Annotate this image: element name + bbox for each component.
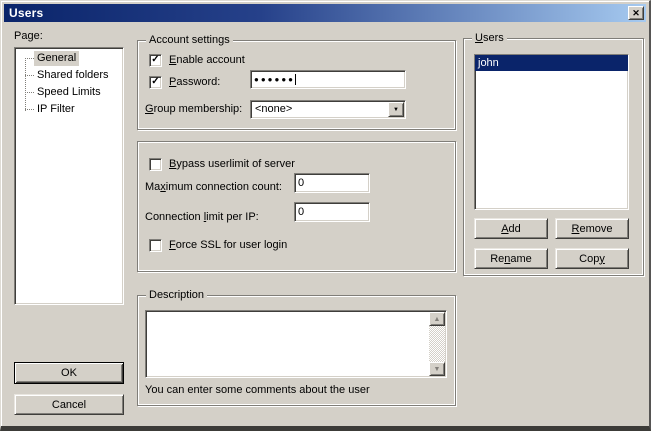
label-password: Password: [169, 76, 220, 89]
check-icon: ✓ [150, 53, 161, 66]
scroll-up-icon: ▲ [434, 316, 441, 323]
group-users: Users john Add Remove Rename Copy [463, 38, 644, 276]
label-ip-limit: Connection limit per IP: [145, 211, 259, 224]
tree-connector [25, 92, 34, 93]
group-membership-value: <none> [255, 103, 292, 116]
description-scrollbar[interactable]: ▲ ▼ [429, 312, 445, 376]
group-account-settings: Account settings ✓ Enable account ✓ Pass… [137, 40, 456, 130]
group-membership-select[interactable]: <none> ▼ [250, 100, 406, 119]
group-description-title: Description [146, 289, 207, 301]
label-enable-account: Enable account [169, 54, 245, 67]
close-button[interactable]: ✕ [628, 6, 644, 20]
description-hint: You can enter some comments about the us… [145, 384, 370, 397]
remove-button[interactable]: Remove [555, 218, 629, 239]
scroll-up-button[interactable]: ▲ [429, 312, 445, 326]
label-force-ssl: Force SSL for user login [169, 239, 287, 252]
max-connections-input[interactable] [294, 173, 370, 193]
page-tree: General Shared folders Speed Limits IP F… [14, 47, 124, 305]
add-button[interactable]: Add [474, 218, 548, 239]
text-caret [295, 74, 296, 85]
page-label: Page: [14, 30, 43, 43]
tree-connector [25, 75, 34, 76]
dropdown-button[interactable]: ▼ [388, 102, 404, 117]
users-listbox[interactable]: john [474, 54, 629, 210]
close-icon: ✕ [632, 9, 640, 18]
user-item-john[interactable]: john [475, 55, 628, 71]
label-bypass-userlimit: Bypass userlimit of server [169, 158, 295, 171]
scroll-down-icon: ▼ [434, 366, 441, 373]
check-icon: ✓ [150, 75, 161, 88]
tree-item-shared-folders[interactable]: Shared folders [17, 67, 121, 84]
cancel-button[interactable]: Cancel [14, 394, 124, 415]
tree-connector [25, 58, 34, 59]
tree-item-speed-limits[interactable]: Speed Limits [17, 84, 121, 101]
description-textarea[interactable]: ▲ ▼ [145, 310, 447, 378]
checkbox-password[interactable]: ✓ [149, 76, 162, 89]
tree-item-general[interactable]: General [17, 50, 121, 67]
scroll-down-button[interactable]: ▼ [429, 362, 445, 376]
checkbox-bypass-userlimit[interactable]: ✓ [149, 158, 162, 171]
label-group-membership: Group membership: [145, 103, 242, 116]
tree-connector [25, 109, 34, 110]
checkbox-force-ssl[interactable]: ✓ [149, 239, 162, 252]
titlebar[interactable]: Users ✕ [4, 4, 646, 22]
checkbox-enable-account[interactable]: ✓ [149, 54, 162, 67]
password-input[interactable]: ●●●●●● [250, 70, 406, 89]
ok-button[interactable]: OK [14, 362, 124, 384]
password-dots: ●●●●●● [254, 76, 295, 84]
group-users-title: Users [472, 32, 507, 44]
rename-button[interactable]: Rename [474, 248, 548, 269]
chevron-down-icon: ▼ [393, 107, 399, 113]
users-dialog: Users ✕ Page: General Shared folders Spe… [0, 0, 651, 431]
group-account-settings-title: Account settings [146, 34, 233, 46]
group-connection-limits: ✓ Bypass userlimit of server Maximum con… [137, 141, 456, 272]
ip-limit-input[interactable] [294, 202, 370, 222]
tree-item-ip-filter[interactable]: IP Filter [17, 101, 121, 118]
window-title: Users [4, 6, 43, 20]
copy-button[interactable]: Copy [555, 248, 629, 269]
group-description: Description ▲ ▼ You can enter some comme… [137, 295, 456, 406]
label-max-connections: Maximum connection count: [145, 181, 282, 194]
